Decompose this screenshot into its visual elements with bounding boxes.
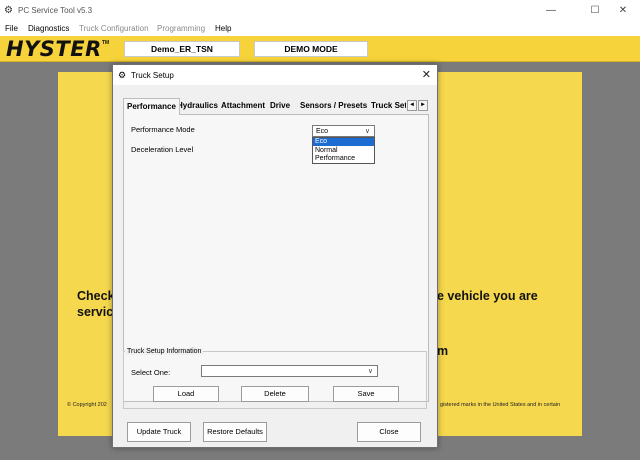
minimize-button[interactable]: — bbox=[536, 3, 566, 19]
update-truck-button[interactable]: Update Truck bbox=[127, 422, 191, 442]
truck-setup-dialog: ⚙ Truck Setup ✕ Performance Hydraulics A… bbox=[112, 64, 438, 448]
copyright-text-left: © Copyright 202 bbox=[67, 402, 107, 408]
tab-scroll-right-icon[interactable]: ► bbox=[418, 100, 428, 111]
delete-button[interactable]: Delete bbox=[241, 386, 309, 402]
copyright-text-right: gistered marks in the United States and … bbox=[440, 402, 561, 408]
setup-select[interactable]: ∨ bbox=[201, 365, 378, 377]
tab-performance[interactable]: Performance bbox=[123, 98, 180, 115]
truck-name-field: Demo_ER_TSN bbox=[124, 41, 240, 57]
chevron-down-icon: ∨ bbox=[367, 368, 373, 375]
option-normal[interactable]: Normal bbox=[313, 147, 374, 155]
select-one-label: Select One: bbox=[131, 368, 171, 377]
app-title: PC Service Tool v5.3 bbox=[18, 6, 93, 15]
hyster-logo: HYSTER bbox=[6, 37, 102, 61]
dialog-app-icon: ⚙ bbox=[118, 70, 127, 80]
restore-defaults-button[interactable]: Restore Defaults bbox=[203, 422, 267, 442]
tab-hydraulics[interactable]: Hydraulics bbox=[177, 101, 218, 110]
app-titlebar: ⚙ PC Service Tool v5.3 — ☐ ✕ bbox=[0, 0, 640, 22]
welcome-text-line1-right: e vehicle you are bbox=[437, 289, 538, 303]
close-window-button[interactable]: ✕ bbox=[608, 3, 638, 19]
maximize-button[interactable]: ☐ bbox=[580, 3, 610, 19]
menu-diagnostics[interactable]: Diagnostics bbox=[28, 24, 69, 33]
trademark-mark: TM bbox=[102, 40, 110, 46]
performance-mode-select[interactable]: Eco ∨ bbox=[312, 125, 375, 137]
tab-drive[interactable]: Drive bbox=[270, 101, 290, 110]
app-logo-icon: ⚙ bbox=[4, 5, 13, 16]
menu-truck-configuration[interactable]: Truck Configuration bbox=[79, 24, 149, 33]
performance-mode-label: Performance Mode bbox=[131, 125, 195, 134]
load-button[interactable]: Load bbox=[153, 386, 219, 402]
truck-setup-info-title: Truck Setup Information bbox=[125, 348, 204, 355]
menu-help[interactable]: Help bbox=[215, 24, 231, 33]
welcome-text-line2-right: m bbox=[437, 344, 449, 358]
option-performance[interactable]: Performance bbox=[313, 155, 374, 163]
tab-truck-setup[interactable]: Truck Setup bbox=[371, 101, 406, 110]
welcome-text-line1-left: Check bbox=[77, 289, 115, 303]
deceleration-level-label: Deceleration Level bbox=[131, 145, 194, 154]
chevron-down-icon: ∨ bbox=[364, 128, 370, 135]
close-button[interactable]: Close bbox=[357, 422, 421, 442]
performance-mode-value: Eco bbox=[316, 128, 329, 135]
performance-mode-dropdown-list: Eco Normal Performance bbox=[312, 137, 375, 164]
tab-strip: Performance Hydraulics Attachment Drive … bbox=[121, 98, 429, 115]
save-button[interactable]: Save bbox=[333, 386, 399, 402]
dialog-close-icon[interactable]: ✕ bbox=[422, 68, 431, 81]
menu-file[interactable]: File bbox=[5, 24, 18, 33]
option-eco[interactable]: Eco bbox=[313, 138, 374, 146]
tab-scroll-left-icon[interactable]: ◄ bbox=[407, 100, 417, 111]
mode-field: DEMO MODE bbox=[254, 41, 368, 57]
welcome-text-line2-left: servic bbox=[77, 305, 114, 319]
tab-attachment[interactable]: Attachment bbox=[221, 101, 265, 110]
menu-bar: File Diagnostics Truck Configuration Pro… bbox=[0, 22, 640, 36]
tab-overflow-clip: Truck Setup bbox=[371, 98, 406, 114]
dialog-titlebar: ⚙ Truck Setup ✕ bbox=[113, 65, 437, 85]
tab-sensors-presets[interactable]: Sensors / Presets bbox=[300, 101, 367, 110]
dialog-title: Truck Setup bbox=[131, 71, 174, 80]
menu-programming[interactable]: Programming bbox=[157, 24, 205, 33]
